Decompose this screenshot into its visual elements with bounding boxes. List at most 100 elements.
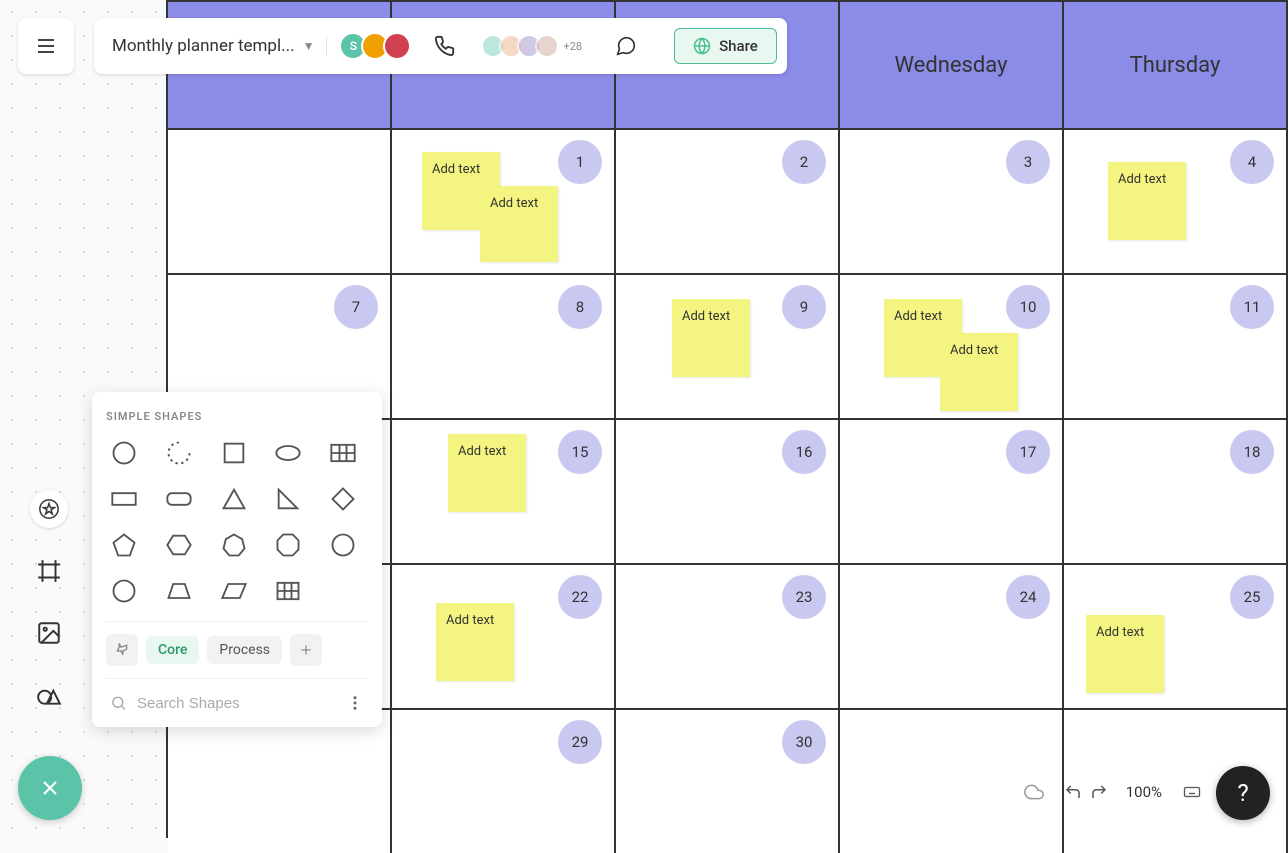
shapes-tool-button[interactable] — [30, 490, 68, 528]
pin-icon — [114, 642, 130, 658]
calendar-cell[interactable]: 17 — [840, 420, 1064, 563]
shape-hexagon[interactable] — [161, 529, 197, 561]
day-number-badge: 15 — [558, 430, 602, 474]
sticky-note[interactable]: Add text — [940, 333, 1018, 411]
search-icon — [110, 693, 127, 713]
viewer-overflow-count: +28 — [563, 40, 582, 53]
calendar-row: 29 30 — [168, 708, 1288, 853]
calendar-cell[interactable]: 24 — [840, 565, 1064, 708]
calendar-cell[interactable]: 15 Add text — [392, 420, 616, 563]
weekday-header: Thursday — [1064, 2, 1288, 128]
calendar-cell[interactable]: 18 — [1064, 420, 1288, 563]
shape-combo-icon — [36, 682, 62, 708]
sticky-note[interactable]: Add text — [1108, 162, 1186, 240]
day-number-badge: 1 — [558, 140, 602, 184]
keyboard-shortcuts-button[interactable] — [1180, 783, 1204, 801]
top-toolbar: Monthly planner templ... ▼ S +28 Share — [18, 18, 863, 74]
calendar-cell[interactable]: 25 Add text — [1064, 565, 1288, 708]
viewer-avatars[interactable]: +28 — [487, 34, 582, 58]
sticky-note[interactable]: Add text — [436, 603, 514, 681]
calendar-cell[interactable]: 3 — [840, 130, 1064, 273]
shape-rectangle[interactable] — [106, 483, 142, 515]
day-number-badge: 23 — [782, 575, 826, 619]
calendar-cell[interactable]: 10Add textAdd text — [840, 275, 1064, 418]
day-number-badge: 22 — [558, 575, 602, 619]
day-number-badge: 16 — [782, 430, 826, 474]
shape-right-triangle[interactable] — [270, 483, 306, 515]
shape-grid-shape[interactable] — [270, 575, 306, 607]
shapes-scroll[interactable] — [106, 437, 368, 607]
sync-status-button[interactable] — [1022, 782, 1046, 802]
pin-panel-button[interactable] — [106, 634, 138, 666]
calendar-cell[interactable]: 22 Add text — [392, 565, 616, 708]
active-collaborators[interactable]: S — [339, 32, 411, 60]
call-button[interactable] — [433, 35, 455, 57]
day-number-badge: 30 — [782, 720, 826, 764]
calendar-cell[interactable]: 8 — [392, 275, 616, 418]
day-number-badge: 9 — [782, 285, 826, 329]
globe-icon — [693, 37, 711, 55]
shape-rounded-rectangle[interactable] — [161, 483, 197, 515]
day-number-badge: 2 — [782, 140, 826, 184]
left-tool-rail — [30, 490, 68, 714]
day-number-badge: 8 — [558, 285, 602, 329]
shape-table[interactable] — [325, 437, 361, 469]
day-number-badge: 29 — [558, 720, 602, 764]
sticky-note[interactable]: Add text — [1086, 615, 1164, 693]
weekday-header: Wednesday — [840, 2, 1064, 128]
shape-parallelogram[interactable] — [216, 575, 252, 607]
calendar-cell[interactable]: 29 — [392, 710, 616, 853]
shapes-search-input[interactable] — [137, 695, 336, 712]
day-number-badge: 10 — [1006, 285, 1050, 329]
shape-pentagon[interactable] — [106, 529, 142, 561]
calendar-cell[interactable]: 23 — [616, 565, 840, 708]
shape-heptagon[interactable] — [216, 529, 252, 561]
shape-circle[interactable] — [106, 437, 142, 469]
close-panel-button[interactable] — [18, 756, 82, 820]
shapes-panel: SIMPLE SHAPES Core Process — [92, 392, 382, 727]
shape-ellipse[interactable] — [270, 437, 306, 469]
shape-trapezoid[interactable] — [161, 575, 197, 607]
shape-octagon[interactable] — [270, 529, 306, 561]
shape-diamond[interactable] — [325, 483, 361, 515]
calendar-cell[interactable] — [168, 130, 392, 273]
topbar-card: Monthly planner templ... ▼ S +28 Share — [94, 18, 787, 74]
shape-square[interactable] — [216, 437, 252, 469]
redo-button[interactable] — [1090, 783, 1108, 801]
calendar-cell[interactable]: 2 — [616, 130, 840, 273]
document-title: Monthly planner templ... — [112, 36, 295, 56]
share-button[interactable]: Share — [674, 28, 777, 64]
help-button[interactable]: ? — [1216, 766, 1270, 820]
zoom-level[interactable]: 100% — [1126, 783, 1162, 801]
shape-triangle[interactable] — [216, 483, 252, 515]
undo-button[interactable] — [1064, 783, 1082, 801]
document-title-dropdown[interactable]: Monthly planner templ... ▼ — [112, 36, 327, 56]
frame-tool-button[interactable] — [30, 552, 68, 590]
calendar-cell[interactable]: 4Add text — [1064, 130, 1288, 273]
calendar-cell[interactable]: 30 — [616, 710, 840, 853]
calendar-cell[interactable]: 11 — [1064, 275, 1288, 418]
calendar-cell[interactable]: 16 — [616, 420, 840, 563]
shapes-more-button[interactable] — [346, 694, 364, 712]
calendar-cell[interactable] — [168, 710, 392, 853]
tab-process[interactable]: Process — [207, 636, 282, 664]
add-shape-library-button[interactable] — [290, 634, 322, 666]
avatar — [383, 32, 411, 60]
shape-decagon[interactable] — [106, 575, 142, 607]
calendar-cell[interactable]: 9 Add text — [616, 275, 840, 418]
shape-chart-spinner[interactable] — [161, 437, 197, 469]
keyboard-icon — [1180, 783, 1204, 801]
undo-icon — [1064, 783, 1082, 801]
calendar-cell[interactable]: 1Add textAdd text — [392, 130, 616, 273]
sticky-note[interactable]: Add text — [480, 186, 558, 262]
sticky-note[interactable]: Add text — [672, 299, 750, 377]
hamburger-menu-button[interactable] — [18, 18, 74, 74]
sticky-note[interactable]: Add text — [448, 434, 526, 512]
shape-nonagon[interactable] — [325, 529, 361, 561]
image-tool-button[interactable] — [30, 614, 68, 652]
diagram-tool-button[interactable] — [30, 676, 68, 714]
tab-core[interactable]: Core — [146, 636, 199, 664]
day-number-badge: 17 — [1006, 430, 1050, 474]
comments-button[interactable] — [614, 35, 638, 57]
day-number-badge: 25 — [1230, 575, 1274, 619]
